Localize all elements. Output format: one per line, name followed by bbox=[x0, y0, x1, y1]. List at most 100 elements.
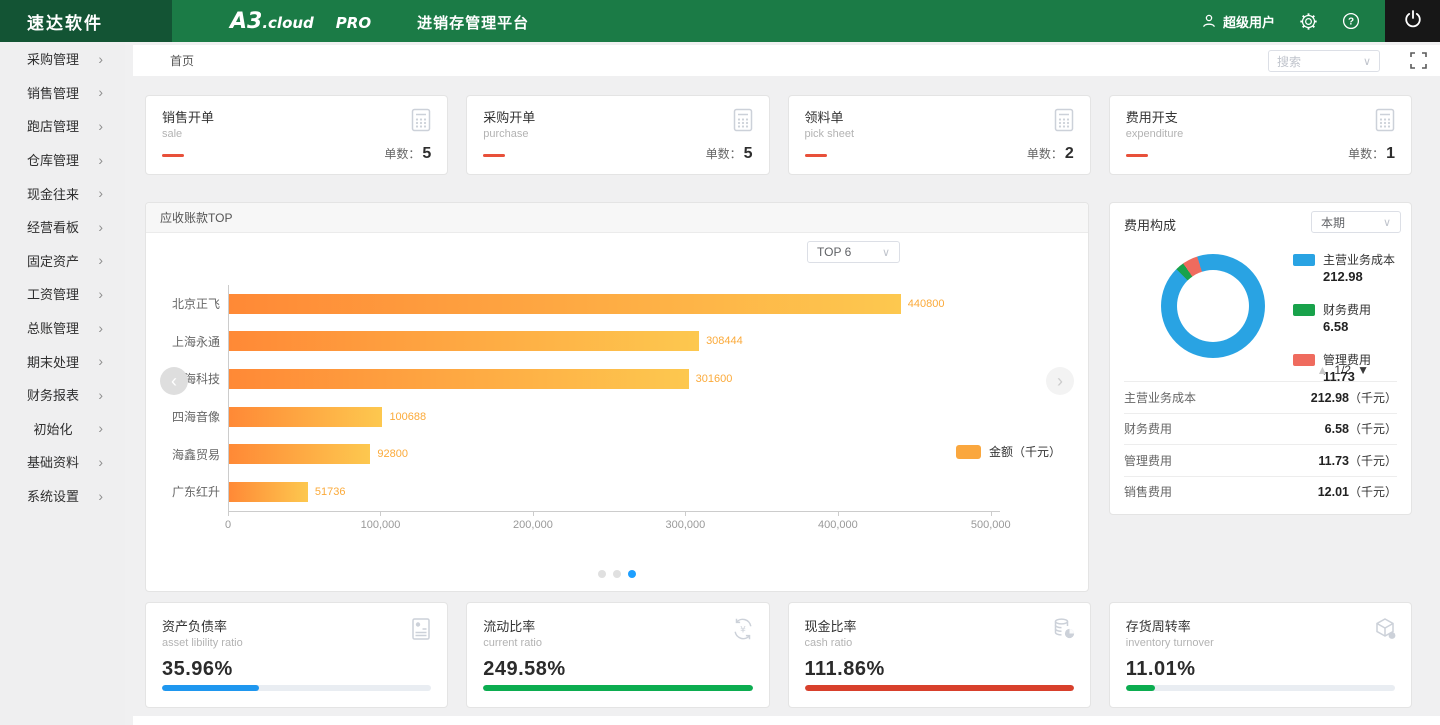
top-n-select[interactable]: TOP 6 ∨ bbox=[807, 241, 900, 263]
product-name: A3 bbox=[230, 9, 262, 34]
sidebar-item-financial-reports[interactable]: 财务报表› bbox=[0, 378, 125, 412]
carousel-dot[interactable] bbox=[628, 570, 636, 578]
pie-legend: 主营业务成本 212.98 财务费用 6.58 管理费用 11.73 bbox=[1293, 251, 1395, 401]
chevron-right-icon: › bbox=[98, 253, 103, 267]
ratio-card-cash-ratio[interactable]: 现金比率 cash ratio 111.86% bbox=[788, 602, 1091, 708]
bar-row: 上海永通308444 bbox=[229, 323, 991, 361]
stat-card-row: 销售开单 sale 单数：5 采购开单 purchase 单数：5 领料单 pi… bbox=[145, 95, 1412, 175]
progress-fill bbox=[162, 685, 259, 691]
page-down-icon[interactable]: ▼ bbox=[1357, 363, 1369, 377]
legend-entry[interactable]: 主营业务成本 212.98 bbox=[1293, 251, 1395, 284]
stat-card-expenditure[interactable]: 费用开支 expenditure 单数：1 bbox=[1109, 95, 1412, 175]
sidebar-item-base-data[interactable]: 基础资料› bbox=[0, 445, 125, 479]
search-input[interactable]: 搜索 ∨ bbox=[1268, 50, 1380, 72]
product-suffix: .cloud bbox=[262, 14, 313, 32]
list-item: 主营业务成本 212.98（千元） bbox=[1124, 381, 1397, 413]
progress-fill bbox=[483, 685, 752, 691]
progress-track bbox=[1126, 685, 1395, 691]
carousel-next-button[interactable]: › bbox=[1046, 367, 1074, 395]
chevron-right-icon: › bbox=[98, 52, 103, 66]
chevron-right-icon: › bbox=[98, 85, 103, 99]
bar-row: 四海音像100688 bbox=[229, 398, 991, 436]
settings-gear-icon[interactable] bbox=[1299, 12, 1318, 31]
app-header: 速达软件 A3.cloud PRO 进销存管理平台 超级用户 ? bbox=[0, 0, 1440, 42]
stat-card-purchase[interactable]: 采购开单 purchase 单数：5 bbox=[466, 95, 769, 175]
bar bbox=[229, 482, 308, 502]
chevron-right-icon: › bbox=[98, 489, 103, 503]
report-icon bbox=[408, 616, 434, 647]
count-value: 1 bbox=[1386, 145, 1395, 162]
brand-name: 速达软件 bbox=[27, 9, 103, 34]
box-icon bbox=[1372, 616, 1398, 647]
chevron-right-icon: › bbox=[98, 186, 103, 200]
breadcrumb[interactable]: 首页 bbox=[170, 52, 194, 69]
stat-card-pick-sheet[interactable]: 领料单 pick sheet 单数：2 bbox=[788, 95, 1091, 175]
stat-card-sale[interactable]: 销售开单 sale 单数：5 bbox=[145, 95, 448, 175]
legend-entry[interactable]: 财务费用 6.58 bbox=[1293, 301, 1395, 334]
ratio-value: 249.58% bbox=[483, 658, 752, 681]
carousel-dot[interactable] bbox=[613, 570, 621, 578]
sidebar-nav: 采购管理› 销售管理› 跑店管理› 仓库管理› 现金往来› 经营看板› 固定资产… bbox=[0, 42, 125, 725]
sidebar-item-cash[interactable]: 现金往来› bbox=[0, 176, 125, 210]
page-up-icon[interactable]: ▲ bbox=[1317, 363, 1329, 377]
carousel-prev-button[interactable]: ‹ bbox=[160, 367, 188, 395]
progress-fill bbox=[1126, 685, 1156, 691]
period-select[interactable]: 本期 ∨ bbox=[1311, 211, 1401, 233]
chevron-right-icon: › bbox=[98, 119, 103, 133]
sidebar-item-payroll[interactable]: 工资管理› bbox=[0, 277, 125, 311]
ratio-card-row: 资产负债率 asset libility ratio 35.96% 流动比率 c… bbox=[145, 602, 1412, 708]
sidebar-item-sales[interactable]: 销售管理› bbox=[0, 76, 125, 110]
red-dash bbox=[162, 154, 184, 157]
bar-row: 广东红升51736 bbox=[229, 473, 991, 511]
logout-power-button[interactable] bbox=[1385, 0, 1440, 42]
chevron-right-icon: › bbox=[98, 321, 103, 335]
help-icon[interactable]: ? bbox=[1342, 12, 1360, 30]
bar bbox=[229, 331, 699, 351]
receivables-top-panel: 应收账款TOP TOP 6 ∨ 北京正飞440800 上海永通308444 洪海… bbox=[145, 202, 1089, 592]
breadcrumb-bar: 首页 搜索 ∨ bbox=[133, 45, 1440, 76]
chart-legend[interactable]: 金额（千元） bbox=[956, 443, 1061, 460]
ratio-value: 11.01% bbox=[1126, 658, 1395, 681]
chevron-down-icon: ∨ bbox=[882, 246, 890, 259]
sidebar-item-store-visit[interactable]: 跑店管理› bbox=[0, 109, 125, 143]
sidebar-item-period-end[interactable]: 期末处理› bbox=[0, 344, 125, 378]
legend-swatch bbox=[956, 445, 981, 459]
ratio-value: 111.86% bbox=[805, 658, 1074, 681]
chevron-right-icon: › bbox=[98, 455, 103, 469]
carousel-dot[interactable] bbox=[598, 570, 606, 578]
power-icon bbox=[1403, 9, 1423, 34]
user-name: 超级用户 bbox=[1223, 12, 1275, 31]
platform-title: 进销存管理平台 bbox=[417, 12, 529, 33]
ratio-card-inventory-turnover[interactable]: 存货周转率 inventory turnover 11.01% bbox=[1109, 602, 1412, 708]
calculator-icon bbox=[1372, 107, 1398, 138]
chevron-down-icon: ∨ bbox=[1363, 55, 1371, 68]
chevron-right-icon: › bbox=[98, 421, 103, 435]
sidebar-item-fixed-assets[interactable]: 固定资产› bbox=[0, 244, 125, 278]
progress-fill bbox=[805, 685, 1074, 691]
sidebar-item-system-settings[interactable]: 系统设置› bbox=[0, 479, 125, 513]
ratio-value: 35.96% bbox=[162, 658, 431, 681]
calculator-icon bbox=[1051, 107, 1077, 138]
chevron-right-icon: › bbox=[98, 153, 103, 167]
bar bbox=[229, 294, 901, 314]
red-dash bbox=[1126, 154, 1148, 157]
legend-swatch bbox=[1293, 254, 1315, 266]
sidebar-item-dashboard[interactable]: 经营看板› bbox=[0, 210, 125, 244]
sidebar-item-initialization[interactable]: 初始化› bbox=[0, 412, 125, 446]
legend-swatch bbox=[1293, 354, 1315, 366]
sidebar-item-general-ledger[interactable]: 总账管理› bbox=[0, 311, 125, 345]
bar bbox=[229, 444, 370, 464]
ratio-card-asset-liability[interactable]: 资产负债率 asset libility ratio 35.96% bbox=[145, 602, 448, 708]
sidebar-item-warehouse[interactable]: 仓库管理› bbox=[0, 143, 125, 177]
progress-track bbox=[162, 685, 431, 691]
ratio-card-current-ratio[interactable]: 流动比率 current ratio 249.58% ¥ bbox=[466, 602, 769, 708]
sidebar-item-purchase[interactable]: 采购管理› bbox=[0, 42, 125, 76]
fullscreen-icon[interactable] bbox=[1410, 52, 1427, 69]
chevron-down-icon: ∨ bbox=[1383, 216, 1391, 229]
user-menu[interactable]: 超级用户 bbox=[1201, 12, 1275, 31]
chevron-right-icon: › bbox=[98, 287, 103, 301]
bar bbox=[229, 407, 382, 427]
count-value: 5 bbox=[744, 145, 753, 162]
list-item: 财务费用 6.58（千元） bbox=[1124, 413, 1397, 445]
progress-track bbox=[483, 685, 752, 691]
